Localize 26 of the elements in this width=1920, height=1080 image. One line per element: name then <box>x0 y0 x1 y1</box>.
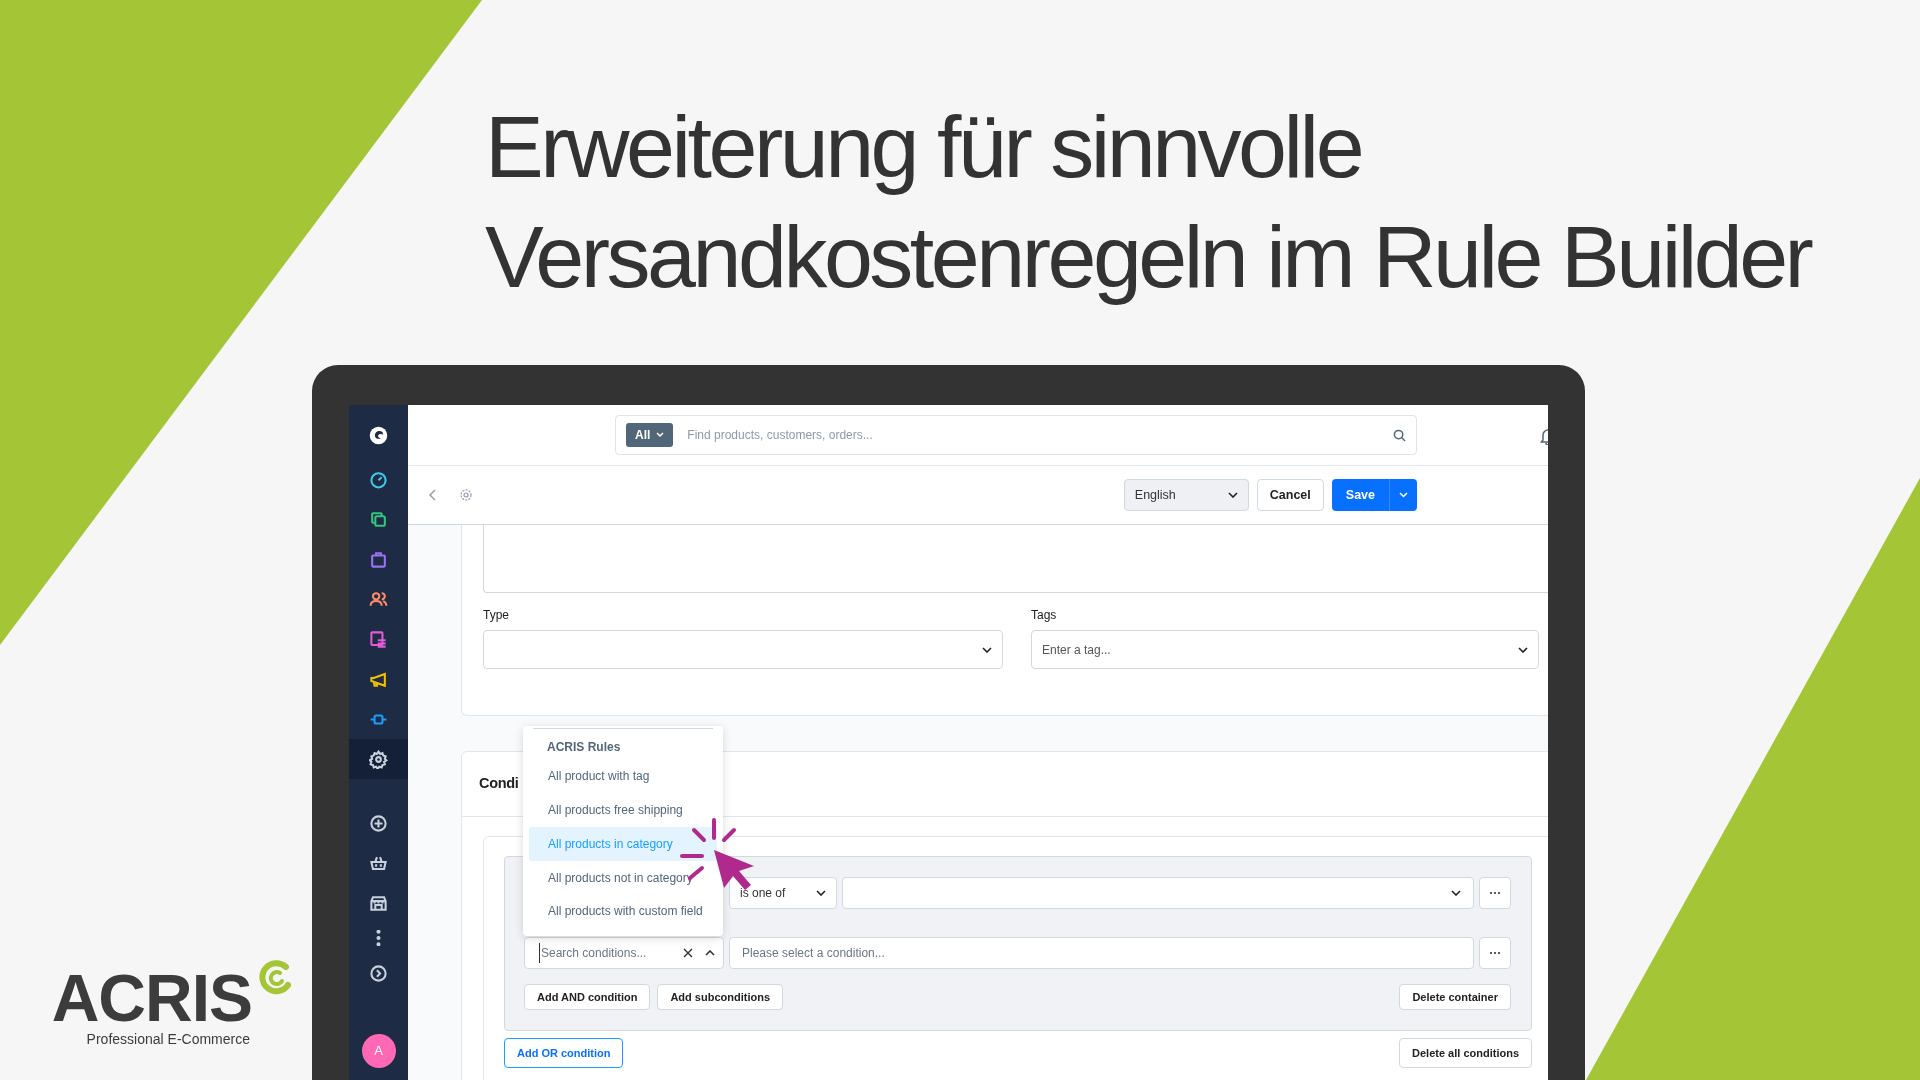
card-title: Condi <box>479 774 519 794</box>
headline-text: Versandkostenregeln im Rule Builder <box>485 206 1811 308</box>
add-subconditions-button[interactable]: Add subconditions <box>657 984 784 1010</box>
scope-dropdown[interactable]: All <box>626 423 674 447</box>
headline-text: Erweiterung für sinnvolle <box>485 96 1363 198</box>
condition-search-field[interactable]: Search conditions... <box>524 937 724 969</box>
add-or-button[interactable]: Add OR condition <box>504 1038 624 1068</box>
group-heading: ACRIS Rules <box>546 739 622 756</box>
delete-all-button[interactable]: Delete all conditions <box>1399 1038 1532 1068</box>
menu-item[interactable]: All products with custom field <box>529 895 717 929</box>
save-button[interactable]: Save <box>1331 479 1389 511</box>
cancel-button[interactable]: Cancel <box>1256 479 1324 511</box>
brand-tagline: Professional E-Commerce <box>86 1030 250 1049</box>
field-label: Type <box>483 607 510 624</box>
tags-select[interactable]: Enter a tag... <box>1031 630 1539 669</box>
brand-name: ACRIS <box>51 965 252 1031</box>
menu-item[interactable]: All products not in category <box>529 861 717 895</box>
menu-item[interactable]: All product with tag <box>529 759 717 793</box>
delete-container-button[interactable]: Delete container <box>1399 984 1511 1010</box>
search-field[interactable]: All Find products, customers, orders... <box>615 415 1417 455</box>
menu-item[interactable]: All products free shipping <box>529 793 717 827</box>
condition-field[interactable]: Please select a condition... <box>729 937 1474 969</box>
language-select[interactable]: English <box>1123 479 1249 511</box>
field-label: Tags <box>1031 607 1058 624</box>
add-and-button[interactable]: Add AND condition <box>524 984 651 1010</box>
operator-select[interactable]: is one of <box>729 877 837 909</box>
